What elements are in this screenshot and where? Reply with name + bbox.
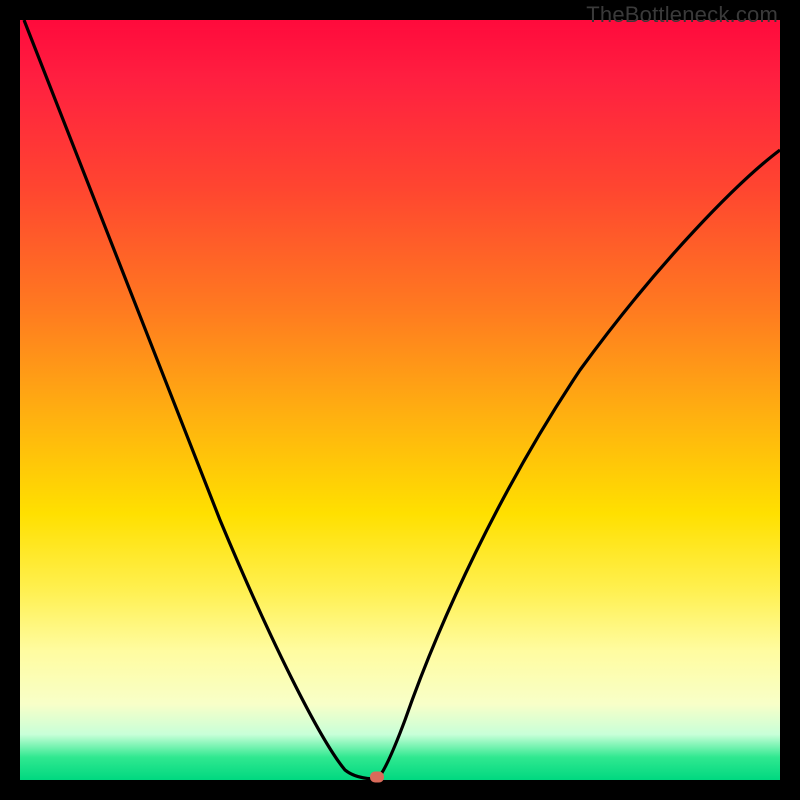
chart-plot-area — [20, 20, 780, 780]
curve-path — [24, 20, 780, 779]
bottleneck-curve — [20, 20, 780, 780]
watermark-label: TheBottleneck.com — [586, 2, 778, 28]
optimal-point-marker — [370, 772, 384, 783]
